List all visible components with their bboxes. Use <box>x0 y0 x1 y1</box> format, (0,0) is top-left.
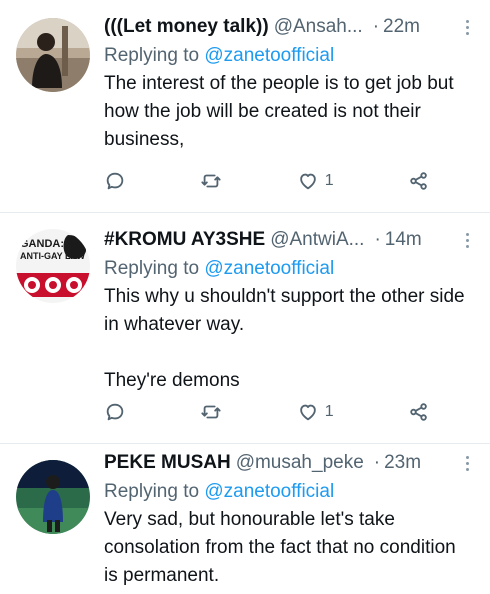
user-handle[interactable]: @musah_peke <box>236 452 364 474</box>
reply-button[interactable] <box>104 170 126 192</box>
like-button[interactable]: 1 <box>297 401 334 423</box>
tweet-text: Very sad, but honourable let's take cons… <box>104 509 456 586</box>
more-icon[interactable] <box>460 232 474 248</box>
retweet-icon <box>201 174 221 188</box>
display-name[interactable]: PEKE MUSAH <box>104 452 231 474</box>
like-count: 1 <box>324 403 334 420</box>
display-name[interactable]: (((Let money talk)) <box>104 16 269 38</box>
share-button[interactable] <box>408 170 430 192</box>
action-bar: 1 <box>104 166 430 196</box>
timestamp[interactable]: 22m <box>383 16 420 38</box>
reply-button[interactable] <box>104 401 126 423</box>
display-name[interactable]: #KROMU AY3SHE <box>104 229 265 251</box>
mention-link[interactable]: @zanetoofficial <box>204 45 334 66</box>
timestamp[interactable]: 23m <box>384 452 421 474</box>
tweet-header: #KROMU AY3SHE @AntwiA... · 14m <box>104 225 474 255</box>
avatar[interactable]: GANDA: ANTI-GAY LAW <box>16 229 90 303</box>
tweet-text: The interest of the people is to get job… <box>104 73 454 150</box>
reply-icon <box>106 403 124 421</box>
like-button[interactable]: 1 <box>297 170 334 192</box>
reply-icon <box>106 172 124 190</box>
replying-to: Replying to @zanetoofficial <box>104 255 474 283</box>
replying-to: Replying to @zanetoofficial <box>104 478 474 506</box>
user-handle[interactable]: @Ansah... <box>274 16 363 38</box>
replying-prefix: Replying to <box>104 258 205 279</box>
like-icon <box>299 404 316 421</box>
timestamp[interactable]: 14m <box>385 229 422 251</box>
mention-link[interactable]: @zanetoofficial <box>204 481 334 502</box>
tweet-3[interactable]: PEKE MUSAH @musah_peke · 23m Replying to… <box>0 444 490 594</box>
retweet-button[interactable] <box>200 401 222 423</box>
tweet-header: (((Let money talk)) @Ansah... · 22m <box>104 12 474 42</box>
more-icon[interactable] <box>460 19 474 35</box>
avatar[interactable] <box>16 18 90 92</box>
separator-dot: · <box>372 16 380 37</box>
action-bar: 1 <box>104 397 430 427</box>
tweet-2[interactable]: GANDA: ANTI-GAY LAW #KROMU AY3SHE @Antwi… <box>0 213 490 444</box>
replying-prefix: Replying to <box>104 481 205 502</box>
like-icon <box>299 173 316 190</box>
share-icon <box>410 403 427 421</box>
like-count: 1 <box>324 172 334 189</box>
share-icon <box>410 172 427 190</box>
tweet-text: This why u shouldn't support the other s… <box>104 286 465 391</box>
avatar-text-top: GANDA: <box>20 238 64 250</box>
share-button[interactable] <box>408 401 430 423</box>
replying-to: Replying to @zanetoofficial <box>104 42 474 70</box>
user-handle[interactable]: @AntwiA... <box>270 229 364 251</box>
avatar[interactable] <box>16 460 90 534</box>
retweet-icon <box>201 405 221 419</box>
retweet-button[interactable] <box>200 170 222 192</box>
replying-prefix: Replying to <box>104 45 205 66</box>
mention-link[interactable]: @zanetoofficial <box>204 258 334 279</box>
separator-dot: · <box>374 229 381 250</box>
more-icon[interactable] <box>460 455 474 471</box>
tweet-header: PEKE MUSAH @musah_peke · 23m <box>104 448 474 478</box>
tweet-1[interactable]: (((Let money talk)) @Ansah... · 22m Repl… <box>0 0 490 213</box>
separator-dot: · <box>373 452 381 473</box>
